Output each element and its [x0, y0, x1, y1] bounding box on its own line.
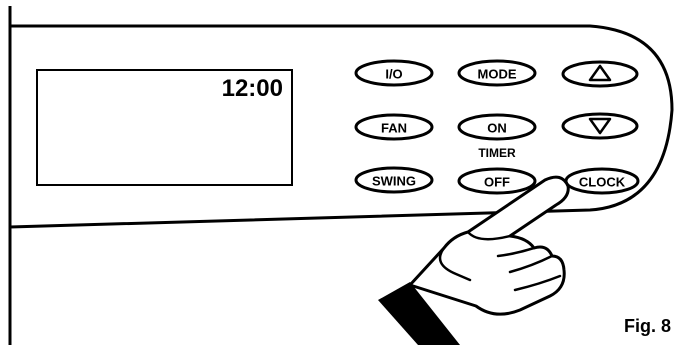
clock-button-label: CLOCK	[579, 175, 626, 190]
down-button[interactable]	[561, 112, 639, 140]
mode-button-label: MODE	[478, 67, 517, 82]
timer-on-button-label: ON	[487, 121, 507, 136]
clock-button[interactable]: CLOCK	[564, 167, 640, 195]
swing-button-label: SWING	[372, 174, 416, 189]
timer-off-button-label: OFF	[484, 175, 510, 190]
fan-button[interactable]: FAN	[354, 113, 434, 141]
swing-button[interactable]: SWING	[354, 166, 434, 194]
lcd-time: 12:00	[222, 75, 283, 102]
mode-button[interactable]: MODE	[457, 59, 537, 87]
pointing-hand-icon	[378, 175, 570, 345]
timer-off-button[interactable]: OFF	[457, 167, 537, 195]
control-panel-figure: 12:00 I/O MODE FAN ON TIMER SWING OFF CL…	[8, 6, 674, 345]
timer-label: TIMER	[478, 146, 516, 160]
figure-label: Fig. 8	[624, 316, 671, 336]
hand-palm	[408, 175, 570, 316]
up-button[interactable]	[561, 60, 639, 88]
power-button[interactable]: I/O	[354, 59, 434, 87]
power-button-label: I/O	[385, 67, 402, 82]
timer-on-button[interactable]: ON	[457, 113, 537, 141]
fan-button-label: FAN	[381, 121, 407, 136]
